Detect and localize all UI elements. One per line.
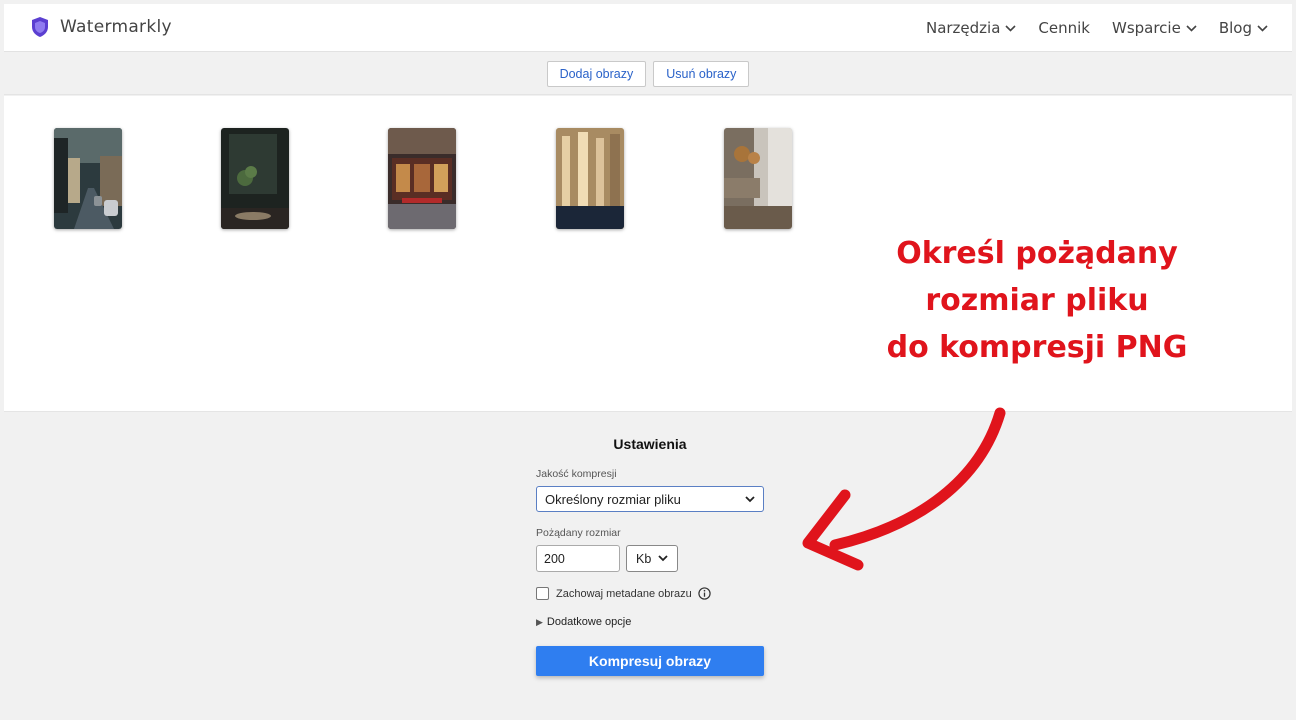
desired-size-input[interactable]: 200 xyxy=(536,545,620,572)
chevron-down-icon xyxy=(658,555,668,562)
nav-support-label: Wsparcie xyxy=(1111,19,1181,37)
remove-images-button[interactable]: Usuń obrazy xyxy=(653,60,750,87)
image-thumbnail-street[interactable] xyxy=(54,128,122,229)
image-thumbnail-interior[interactable] xyxy=(724,128,792,229)
top-header: Watermarkly Narzędzia Cennik Wsparcie Bl… xyxy=(4,4,1292,52)
curved-arrow-icon xyxy=(802,407,1006,571)
nav-support[interactable]: Wsparcie xyxy=(1112,19,1197,37)
nav-pricing[interactable]: Cennik xyxy=(1038,19,1090,37)
more-options-label: Dodatkowe opcje xyxy=(546,616,632,628)
desired-size-value: 200 xyxy=(544,551,565,566)
image-toolbar: Dodaj obrazy Usuń obrazy xyxy=(4,53,1292,95)
chevron-down-icon xyxy=(1005,24,1016,32)
keep-metadata-checkbox[interactable] xyxy=(536,587,549,600)
desired-size-label: Pożądany rozmiar xyxy=(536,527,621,539)
compression-quality-select[interactable]: Określony rozmiar pliku xyxy=(536,486,764,512)
annotation-line-2: rozmiar pliku xyxy=(925,283,1149,318)
promo-annotation: Określ pożądany rozmiar pliku do kompres… xyxy=(862,230,1212,371)
chevron-down-icon xyxy=(745,495,755,502)
info-icon[interactable] xyxy=(698,587,711,600)
compress-images-button[interactable]: Kompresuj obrazy xyxy=(536,646,764,676)
brand-name: Watermarkly xyxy=(60,17,172,37)
main-nav: Narzędzia Cennik Wsparcie Blog xyxy=(926,19,1268,37)
settings-title: Ustawienia xyxy=(613,436,687,452)
compression-quality-value: Określony rozmiar pliku xyxy=(545,491,681,507)
shield-logo-icon xyxy=(32,17,48,37)
settings-panel: Ustawienia Jakość kompresji Określony ro… xyxy=(536,436,764,676)
triangle-right-icon: ▶ xyxy=(536,616,543,627)
keep-metadata-label[interactable]: Zachowaj metadane obrazu xyxy=(556,588,692,600)
size-unit-select[interactable]: Kb xyxy=(626,545,678,572)
size-unit-value: Kb xyxy=(636,551,652,566)
nav-tools-label: Narzędzia xyxy=(925,19,1001,37)
image-thumbnail-cafe[interactable] xyxy=(221,128,289,229)
chevron-down-icon xyxy=(1257,24,1268,32)
add-images-button[interactable]: Dodaj obrazy xyxy=(546,60,647,87)
annotation-line-3: do kompresji PNG xyxy=(886,330,1188,365)
more-options-toggle[interactable]: ▶ Dodatkowe opcje xyxy=(536,616,764,628)
annotation-line-1: Określ pożądany xyxy=(896,236,1178,271)
brand[interactable]: Watermarkly xyxy=(30,16,172,38)
nav-pricing-label: Cennik xyxy=(1038,19,1090,37)
compression-quality-label: Jakość kompresji xyxy=(536,468,617,480)
nav-tools[interactable]: Narzędzia xyxy=(926,19,1016,37)
nav-blog-label: Blog xyxy=(1218,19,1252,37)
metadata-row: Zachowaj metadane obrazu xyxy=(536,587,764,600)
image-thumbnail-shopfront[interactable] xyxy=(388,128,456,229)
chevron-down-icon xyxy=(1186,24,1197,32)
page: Watermarkly Narzędzia Cennik Wsparcie Bl… xyxy=(0,0,1296,720)
image-thumbnail-building[interactable] xyxy=(556,128,624,229)
desired-size-row: 200 Kb xyxy=(536,545,764,572)
nav-blog[interactable]: Blog xyxy=(1219,19,1268,37)
